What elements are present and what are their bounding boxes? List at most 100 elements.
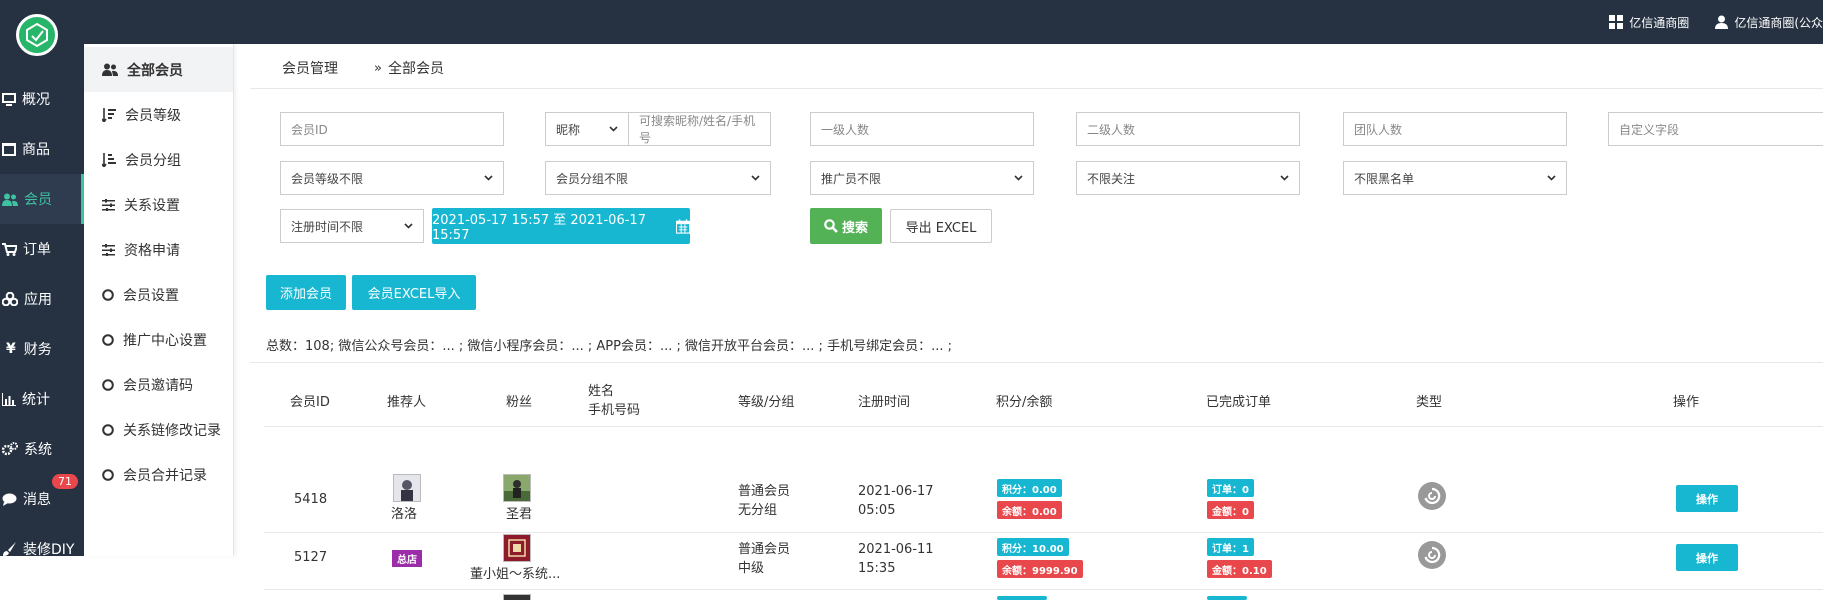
referrer-name[interactable]: 洛洛 [391,505,417,524]
subnav-item-member-group[interactable]: 会员分组 [84,137,233,182]
date-range-picker[interactable]: 2021-05-17 15:57 至 2021-06-17 15:57 [432,208,690,244]
cubes-icon [2,292,18,306]
member-group-select[interactable]: 会员分组不限 [545,161,771,195]
sliders-icon [102,243,115,256]
nav-item-members[interactable]: 会员 [0,174,84,224]
points-tag [997,596,1047,600]
subnav-item-member-level[interactable]: 会员等级 [84,92,233,137]
user-menu[interactable]: 亿信通商圈(公众 [1715,14,1823,31]
sliders-icon [102,198,115,211]
header-level-group: 等级/分组 [738,395,795,410]
nav-item-orders[interactable]: 订单 [0,224,84,274]
breadcrumb-parent[interactable]: 会员管理 [282,58,338,78]
header-phone: 手机号码 [588,403,641,418]
circle-icon [102,378,114,391]
export-excel-button[interactable]: 导出 EXCEL [890,209,992,243]
keyword-search-input[interactable]: 可搜索昵称/姓名/手机号 [628,112,771,146]
nav-item-system[interactable]: 系统 [0,424,84,474]
main-sidebar: 概况 商品 会员 订单 应用 ¥ 财务 统计 系统 消息 71 装修DIY [0,44,84,558]
promoter-select[interactable]: 推广员不限 [810,161,1034,195]
avatar-image [504,475,530,501]
nav-item-finance[interactable]: ¥ 财务 [0,324,84,374]
chevron-down-icon [484,175,493,181]
subnav-item-relation-log[interactable]: 关系链修改记录 [84,407,233,452]
chevron-down-icon [404,223,413,229]
nickname-type-select[interactable]: 昵称 [545,112,629,146]
sort-asc-icon [102,152,116,167]
store-icon [2,142,16,156]
circle-icon [102,288,114,301]
fan-avatar[interactable] [503,594,531,600]
cart-icon [2,242,17,256]
avatar-image [504,535,530,561]
fan-avatar[interactable] [503,534,531,562]
fan-avatar[interactable] [503,474,531,502]
yen-icon: ¥ [6,341,16,357]
subnav-item-merge-log[interactable]: 会员合并记录 [84,452,233,497]
level2-count-input[interactable]: 二级人数 [1076,112,1300,146]
store-label: 亿信通商圈 [1629,15,1690,30]
table-divider [250,362,1823,363]
team-count-input[interactable]: 团队人数 [1343,112,1567,146]
header-referrer: 推荐人 [387,395,427,410]
orders-tag [1207,596,1247,600]
nav-item-diy[interactable]: 装修DIY [0,524,84,574]
row-operate-button[interactable]: 操作 [1676,544,1738,571]
head-store-badge: 总店 [392,550,422,567]
nav-item-goods[interactable]: 商品 [0,124,84,174]
brush-icon [3,542,16,556]
import-excel-button[interactable]: 会员EXCEL导入 [352,275,476,310]
header-ops: 操作 [1673,395,1700,410]
top-bar: 亿信通商圈 亿信通商圈(公众 [0,0,1823,44]
wechat-type-icon [1418,482,1446,510]
breadcrumb: 会员管理 » 全部会员 [282,58,444,78]
header-member-id: 会员ID [290,395,330,410]
header-points-balance: 积分/余额 [996,395,1053,410]
store-switcher[interactable]: 亿信通商圈 [1609,14,1689,31]
amount-tag: 金额：0.10 [1207,560,1272,578]
fan-name[interactable]: 圣君 [506,505,532,524]
subnav-item-relation-settings[interactable]: 关系设置 [84,182,233,227]
app-logo[interactable] [16,14,58,56]
subnav-item-member-settings[interactable]: 会员设置 [84,272,233,317]
points-tag: 积分：0.00 [997,479,1062,497]
nav-item-overview[interactable]: 概况 [0,74,84,124]
follow-select[interactable]: 不限关注 [1076,161,1300,195]
reg-time-select[interactable]: 注册时间不限 [280,209,424,243]
member-id: 5418 [294,492,328,507]
nav-item-apps[interactable]: 应用 [0,274,84,324]
subnav-item-promo-center[interactable]: 推广中心设置 [84,317,233,362]
subnav-item-qualification[interactable]: 资格申请 [84,227,233,272]
circle-icon [102,468,114,481]
users-icon [2,193,18,206]
user-label: 亿信通商圈(公众 [1734,15,1823,30]
nav-item-messages[interactable]: 消息 71 [0,474,84,524]
member-level-select[interactable]: 会员等级不限 [280,161,504,195]
member-id-input[interactable]: 会员ID [280,112,504,146]
reg-clock: 05:05 [858,503,896,518]
custom-field-input[interactable]: 自定义字段 [1608,112,1823,146]
orders-tag: 订单：1 [1207,538,1254,556]
header-type: 类型 [1416,395,1443,410]
search-button[interactable]: 搜索 [810,208,882,244]
nav-item-stats[interactable]: 统计 [0,374,84,424]
reg-date: 2021-06-11 [858,542,934,557]
avatar-image [394,475,420,501]
subnav-item-invite-code[interactable]: 会员邀请码 [84,362,233,407]
row-operate-button[interactable]: 操作 [1676,485,1738,512]
gears-icon [2,442,18,456]
referrer-avatar[interactable] [393,474,421,502]
orders-tag: 订单：0 [1207,479,1254,497]
blacklist-select[interactable]: 不限黑名单 [1343,161,1567,195]
fan-name[interactable]: 董小姐～系统... [470,565,560,584]
level1-count-input[interactable]: 一级人数 [810,112,1034,146]
header-fan: 粉丝 [506,395,533,410]
member-level: 普通会员 [738,542,791,557]
grid-icon [1609,15,1624,29]
row-divider [264,426,1823,427]
calendar-icon [675,218,690,234]
chevron-down-icon [751,175,760,181]
message-count-badge: 71 [52,474,78,489]
subnav-item-all-members[interactable]: 全部会员 [84,47,233,92]
add-member-button[interactable]: 添加会员 [266,275,346,310]
